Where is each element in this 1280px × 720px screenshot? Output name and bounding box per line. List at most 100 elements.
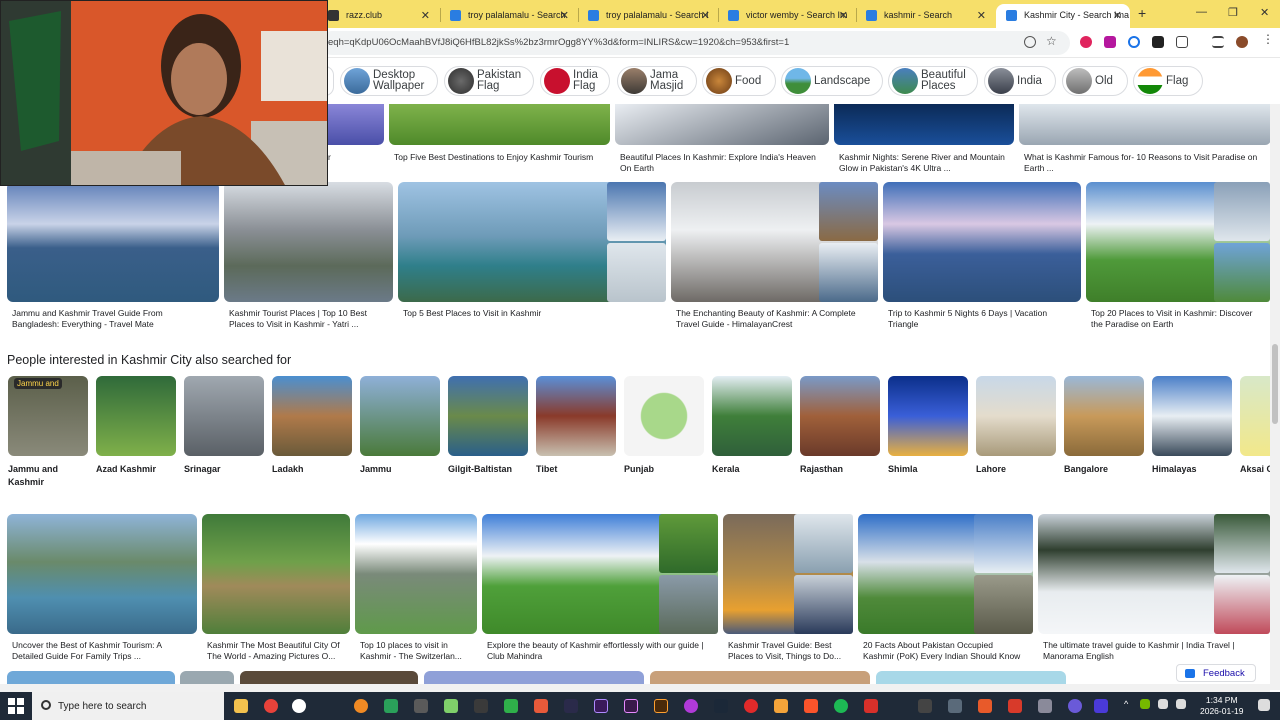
image-result[interactable]: Top 10 places to visit in Kashmir - The S… [355,514,477,664]
image-result[interactable]: Kashmir The Most Beautiful City Of The Wo… [202,514,350,664]
app-icon[interactable] [534,699,548,713]
scrollbar-thumb[interactable] [1272,344,1278,424]
taskbar-search-box[interactable]: Type here to search [32,692,224,720]
close-tab-icon[interactable]: ✕ [701,9,710,22]
image-result[interactable]: The Enchanting Beauty of Kashmir: A Comp… [671,182,878,332]
chrome-icon[interactable] [264,699,278,713]
app-icon[interactable] [864,699,878,713]
horizontal-scrollbar[interactable] [0,684,1270,692]
close-tab-icon[interactable]: ✕ [977,9,986,22]
tab-kashmir-city-active[interactable]: Kashmir City - Search Ima ✕ [996,4,1130,28]
notifications-icon[interactable] [1258,699,1270,711]
tab-troy-1[interactable]: troy palalamalu - Search ✕ [440,4,577,28]
profile-avatar[interactable] [1236,36,1248,48]
chip-india-flag[interactable]: India Flag [540,66,610,96]
app-icon[interactable] [564,699,578,713]
chevron-up-icon[interactable]: ^ [1124,699,1132,713]
image-result[interactable]: Top Five Best Destinations to Enjoy Kash… [389,104,610,172]
app-icon[interactable] [504,699,518,713]
live-icon[interactable] [474,699,488,713]
after-effects-icon[interactable] [594,699,608,713]
app-icon[interactable] [1094,699,1108,713]
chip-india[interactable]: India [984,66,1056,96]
nvidia-tray-icon[interactable] [1140,699,1150,709]
image-result[interactable]: Beautiful Places In Kashmir: Explore Ind… [615,104,829,176]
result-image-partial[interactable] [876,671,1066,684]
image-result[interactable]: 20 Facts About Pakistan Occupied Kashmir … [858,514,1033,664]
related-item[interactable]: Jammu and Jammu and Kashmir [8,376,88,489]
new-tab-button[interactable]: + [1138,5,1146,21]
bookmark-star-icon[interactable]: ☆ [1046,34,1058,48]
chip-desktop-wallpaper[interactable]: Desktop Wallpaper [340,66,438,96]
tab-kashmir[interactable]: kashmir - Search ✕ [856,4,994,28]
more-menu-icon[interactable]: ⋮ [1262,32,1274,46]
system-clock[interactable]: 1:34 PM 2026-01-19 [1200,695,1243,717]
menu-lines-icon[interactable] [1212,36,1224,48]
app-icon[interactable] [918,699,932,713]
chip-flag[interactable]: Flag [1133,66,1203,96]
image-result[interactable]: Jammu and Kashmir Travel Guide From Bangl… [7,182,219,332]
app-icon[interactable] [1038,699,1052,713]
image-result[interactable]: What is Kashmir Famous for- 10 Reasons t… [1019,104,1271,176]
image-result[interactable]: Top 5 Best Places to Visit in Kashmir [398,182,666,332]
related-item[interactable]: Jammu [360,376,440,476]
extension-ublock-icon[interactable] [1152,36,1164,48]
related-item[interactable]: Tibet [536,376,616,476]
app-icon[interactable] [1008,699,1022,713]
tab-troy-2[interactable]: troy palalamalu - Search I ✕ [578,4,718,28]
image-result[interactable]: Uncover the Best of Kashmir Tourism: A De… [7,514,197,664]
close-tab-icon[interactable]: ✕ [421,9,430,22]
result-image-partial[interactable] [180,671,234,684]
spotify-icon[interactable] [834,699,848,713]
file-explorer-icon[interactable] [234,699,248,713]
chip-landscape[interactable]: Landscape [781,66,883,96]
related-item[interactable]: Azad Kashmir [96,376,176,476]
windows-start-icon[interactable] [8,698,24,714]
steam-icon[interactable] [714,699,728,713]
volume-icon[interactable] [1176,699,1186,709]
image-result[interactable]: Trip to Kashmir 5 Nights 6 Days | Vacati… [883,182,1081,332]
app-icon[interactable] [978,699,992,713]
related-item[interactable]: Bangalore [1064,376,1144,476]
blender-icon[interactable] [354,699,368,713]
close-window-button[interactable]: ✕ [1260,6,1269,19]
image-result[interactable]: Kashmir Tourist Places | Top 10 Best Plac… [224,182,393,332]
related-item[interactable]: Lahore [976,376,1056,476]
network-icon[interactable] [1158,699,1168,709]
tab-razz[interactable]: razz.club ✕ [318,4,438,28]
related-item[interactable]: Himalayas [1152,376,1232,476]
url-input[interactable]: eqh=qKdpU06OcMaahBVfJ8iQ6HfBL82jkSs%2bz3… [320,31,1070,55]
extension-twitch-icon[interactable] [1104,36,1116,48]
app-icon[interactable] [1068,699,1082,713]
result-image-partial[interactable] [424,671,644,684]
image-result[interactable]: The ultimate travel guide to Kashmir | I… [1038,514,1270,664]
related-item[interactable]: Punjab [624,376,704,476]
brave-icon[interactable] [804,699,818,713]
result-image-partial[interactable] [7,671,175,684]
obs-icon[interactable] [292,699,306,713]
extension-audio-icon[interactable] [1128,36,1140,48]
close-tab-icon[interactable]: ✕ [839,9,848,22]
result-image-partial[interactable] [240,671,418,684]
restore-button[interactable]: ❐ [1228,6,1238,19]
app-icon[interactable] [684,699,698,713]
related-item[interactable]: Kerala [712,376,792,476]
image-result[interactable]: Kashmir Nights: Serene River and Mountai… [834,104,1014,176]
related-item[interactable]: Rajasthan [800,376,880,476]
app-icon[interactable] [384,699,398,713]
tracking-prevention-icon[interactable] [1024,36,1036,48]
vertical-scrollbar[interactable] [1270,104,1280,690]
related-item[interactable]: Ladakh [272,376,352,476]
chip-food[interactable]: Food [702,66,776,96]
image-result[interactable]: Explore the beauty of Kashmir effortless… [482,514,718,664]
app-icon[interactable] [774,699,788,713]
close-tab-icon[interactable]: ✕ [1113,9,1122,22]
extension-record-icon[interactable] [1080,36,1092,48]
minimize-button[interactable]: — [1196,6,1207,18]
related-item[interactable]: Srinagar [184,376,264,476]
app-icon[interactable] [744,699,758,713]
chip-pakistan-flag[interactable]: Pakistan Flag [444,66,534,96]
premiere-icon[interactable] [624,699,638,713]
app-icon[interactable] [414,699,428,713]
chip-old[interactable]: Old [1062,66,1128,96]
